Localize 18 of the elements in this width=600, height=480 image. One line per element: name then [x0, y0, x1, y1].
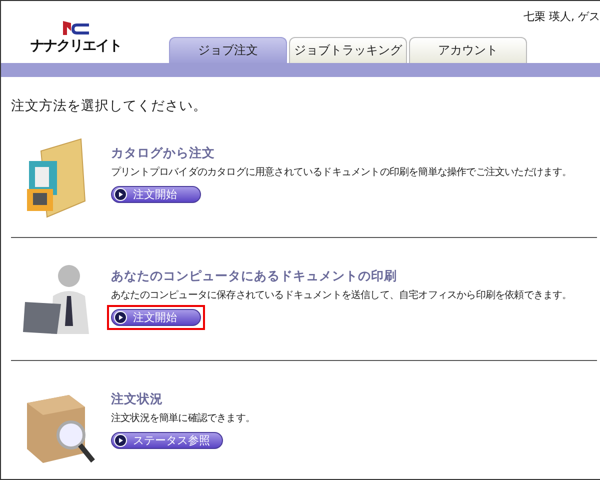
- section-title: あなたのコンピュータにあるドキュメントの印刷: [111, 268, 398, 285]
- page-heading: 注文方法を選択してください。: [11, 97, 208, 115]
- tab[interactable]: ジョブ注文: [169, 37, 287, 63]
- start-button[interactable]: ステータス参照: [111, 432, 223, 449]
- section-description: 注文状況を簡単に確認できます。: [111, 412, 256, 425]
- play-icon: [114, 311, 127, 324]
- user-name: 七栗 瑛人, ゲス: [524, 9, 600, 24]
- play-icon: [114, 434, 127, 447]
- play-icon: [114, 188, 127, 201]
- tab[interactable]: アカウント: [409, 37, 527, 63]
- section-title: カタログから注文: [111, 145, 216, 162]
- tab[interactable]: ジョブトラッキング: [289, 37, 407, 63]
- section-description: あなたのコンピュータに保存されているドキュメントを送信して、自宅オフィスから印刷を依頼できます。: [111, 288, 572, 302]
- section-description: プリントプロバイダのカタログに用意されているドキュメントの印刷を簡単な操作でご注文いただけます。: [111, 166, 572, 179]
- start-button[interactable]: 注文開始: [111, 309, 201, 326]
- start-button[interactable]: 注文開始: [111, 186, 201, 203]
- logo-text: ナナクリエイト: [30, 37, 122, 55]
- section-title: 注文状況: [111, 391, 164, 408]
